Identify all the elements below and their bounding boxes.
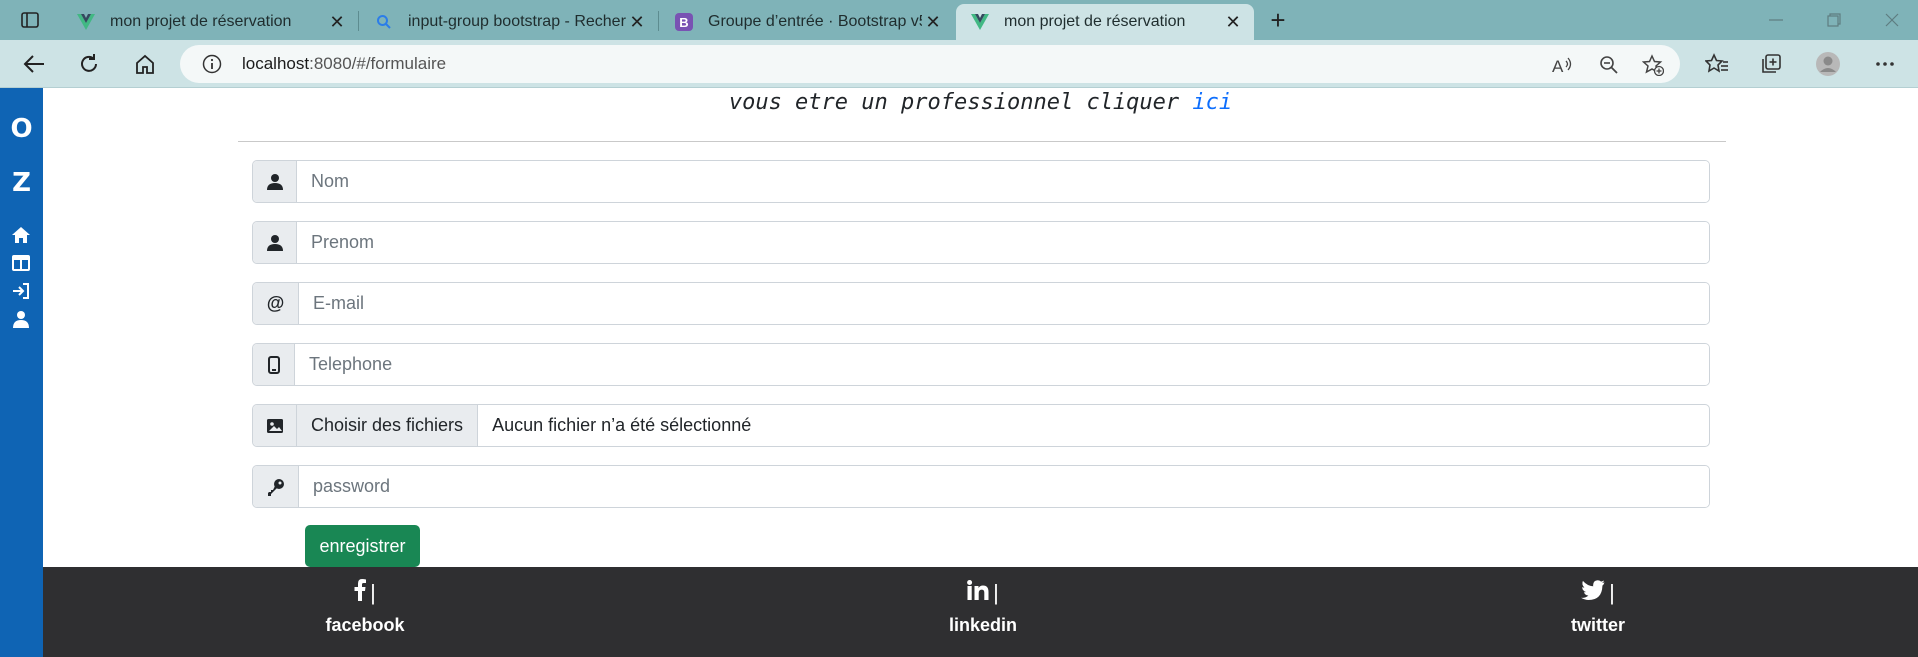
linkedin-icon[interactable] xyxy=(967,580,989,606)
vue-icon xyxy=(970,12,990,32)
browser-tab-1[interactable]: mon projet de réservation ✕ xyxy=(62,4,358,40)
professional-prompt-text: vous etre un professionnel cliquer xyxy=(728,90,1193,115)
refresh-icon[interactable] xyxy=(73,48,105,80)
tab-title: Groupe d’entrée · Bootstrap v5.2 xyxy=(708,13,922,30)
separator: | xyxy=(993,580,999,605)
separator: | xyxy=(1609,580,1615,605)
read-aloud-icon[interactable]: A xyxy=(1552,54,1574,76)
prenom-input-group xyxy=(252,221,1710,264)
user-icon[interactable] xyxy=(10,308,32,330)
svg-text:B: B xyxy=(679,15,688,30)
user-icon xyxy=(253,161,297,202)
restore-icon[interactable] xyxy=(1814,6,1854,34)
tab-title: mon projet de réservation xyxy=(1004,13,1186,30)
divider xyxy=(238,141,1726,142)
sidebar-logo-letter-z: Z xyxy=(12,168,31,198)
sidebar-logo-letter-o: O xyxy=(10,114,33,144)
bootstrap-icon: B xyxy=(674,12,694,32)
svg-text:A: A xyxy=(1552,57,1564,75)
facebook-icon[interactable] xyxy=(354,579,367,607)
url-host: localhost xyxy=(242,54,310,73)
image-icon xyxy=(253,405,297,446)
browser-tab-3[interactable]: B Groupe d’entrée · Bootstrap v5.2 ✕ xyxy=(660,4,954,40)
prenom-input[interactable] xyxy=(297,222,1709,263)
address-bar[interactable]: localhost:8080/#/formulaire A xyxy=(180,45,1680,83)
sign-in-icon[interactable] xyxy=(10,280,32,302)
back-arrow-icon[interactable] xyxy=(18,48,50,80)
minimize-icon[interactable] xyxy=(1756,6,1796,34)
favorites-icon[interactable] xyxy=(1704,51,1730,77)
tab-actions-icon[interactable] xyxy=(16,9,44,31)
nom-input-group xyxy=(252,160,1710,203)
key-icon xyxy=(253,466,299,507)
browser-tab-bar: mon projet de réservation ✕ input-group … xyxy=(0,0,1918,40)
url-text[interactable]: localhost:8080/#/formulaire xyxy=(242,54,446,74)
social-linkedin[interactable]: | linkedin xyxy=(903,579,1063,636)
social-facebook[interactable]: | facebook xyxy=(285,579,445,636)
add-favorite-icon[interactable] xyxy=(1642,54,1664,76)
email-input-group: @ xyxy=(252,282,1710,325)
file-status: Aucun fichier n’a été sélectionné xyxy=(492,415,752,435)
columns-icon[interactable] xyxy=(10,252,32,274)
separator: | xyxy=(370,580,376,605)
tab-title: mon projet de réservation xyxy=(110,13,292,30)
vue-icon xyxy=(76,12,96,32)
register-button[interactable]: enregistrer xyxy=(305,525,420,567)
file-input-group: Choisir des fichiers Aucun fichier n’a é… xyxy=(252,404,1710,447)
close-icon[interactable]: ✕ xyxy=(326,11,348,33)
tab-divider xyxy=(358,11,359,31)
tab-divider xyxy=(658,11,659,31)
professional-link[interactable]: ici xyxy=(1192,90,1232,115)
social-label[interactable]: linkedin xyxy=(949,615,1017,636)
social-label[interactable]: facebook xyxy=(325,615,404,636)
footer: | facebook | linkedin | twitter xyxy=(43,567,1918,657)
nom-input[interactable] xyxy=(297,161,1709,202)
telephone-input[interactable] xyxy=(295,344,1709,385)
home-icon[interactable] xyxy=(10,224,32,246)
social-twitter[interactable]: | twitter xyxy=(1518,579,1678,636)
close-icon[interactable]: ✕ xyxy=(626,11,648,33)
more-options-icon[interactable] xyxy=(1872,51,1898,77)
social-label[interactable]: twitter xyxy=(1571,615,1625,636)
collections-icon[interactable] xyxy=(1758,51,1784,77)
close-icon[interactable]: ✕ xyxy=(922,11,944,33)
zoom-out-icon[interactable] xyxy=(1598,54,1620,76)
browser-tab-4[interactable]: mon projet de réservation ✕ xyxy=(956,4,1254,40)
mobile-phone-icon xyxy=(253,344,295,385)
twitter-icon[interactable] xyxy=(1581,580,1605,606)
tab-title: input-group bootstrap - Recherc xyxy=(408,13,626,30)
profile-avatar-icon[interactable] xyxy=(1815,51,1841,77)
user-icon xyxy=(253,222,297,263)
url-path: :8080/#/formulaire xyxy=(309,54,447,73)
password-input-group xyxy=(252,465,1710,508)
address-toolbar: localhost:8080/#/formulaire A xyxy=(0,40,1918,88)
email-input[interactable] xyxy=(299,283,1709,324)
professional-prompt: vous etre un professionnel cliquer ici xyxy=(43,90,1918,115)
choose-files-button[interactable]: Choisir des fichiers xyxy=(297,405,479,446)
home-icon[interactable] xyxy=(129,48,161,80)
telephone-input-group xyxy=(252,343,1710,386)
browser-tab-2[interactable]: input-group bootstrap - Recherc ✕ xyxy=(360,4,658,40)
close-icon[interactable]: ✕ xyxy=(1222,11,1244,33)
at-sign-addon: @ xyxy=(253,283,299,324)
sidebar: O Z xyxy=(0,88,43,657)
new-tab-button[interactable]: + xyxy=(1264,5,1292,35)
info-icon[interactable] xyxy=(202,54,222,74)
search-icon xyxy=(374,12,394,32)
window-close-icon[interactable] xyxy=(1872,6,1912,34)
password-input[interactable] xyxy=(299,466,1709,507)
